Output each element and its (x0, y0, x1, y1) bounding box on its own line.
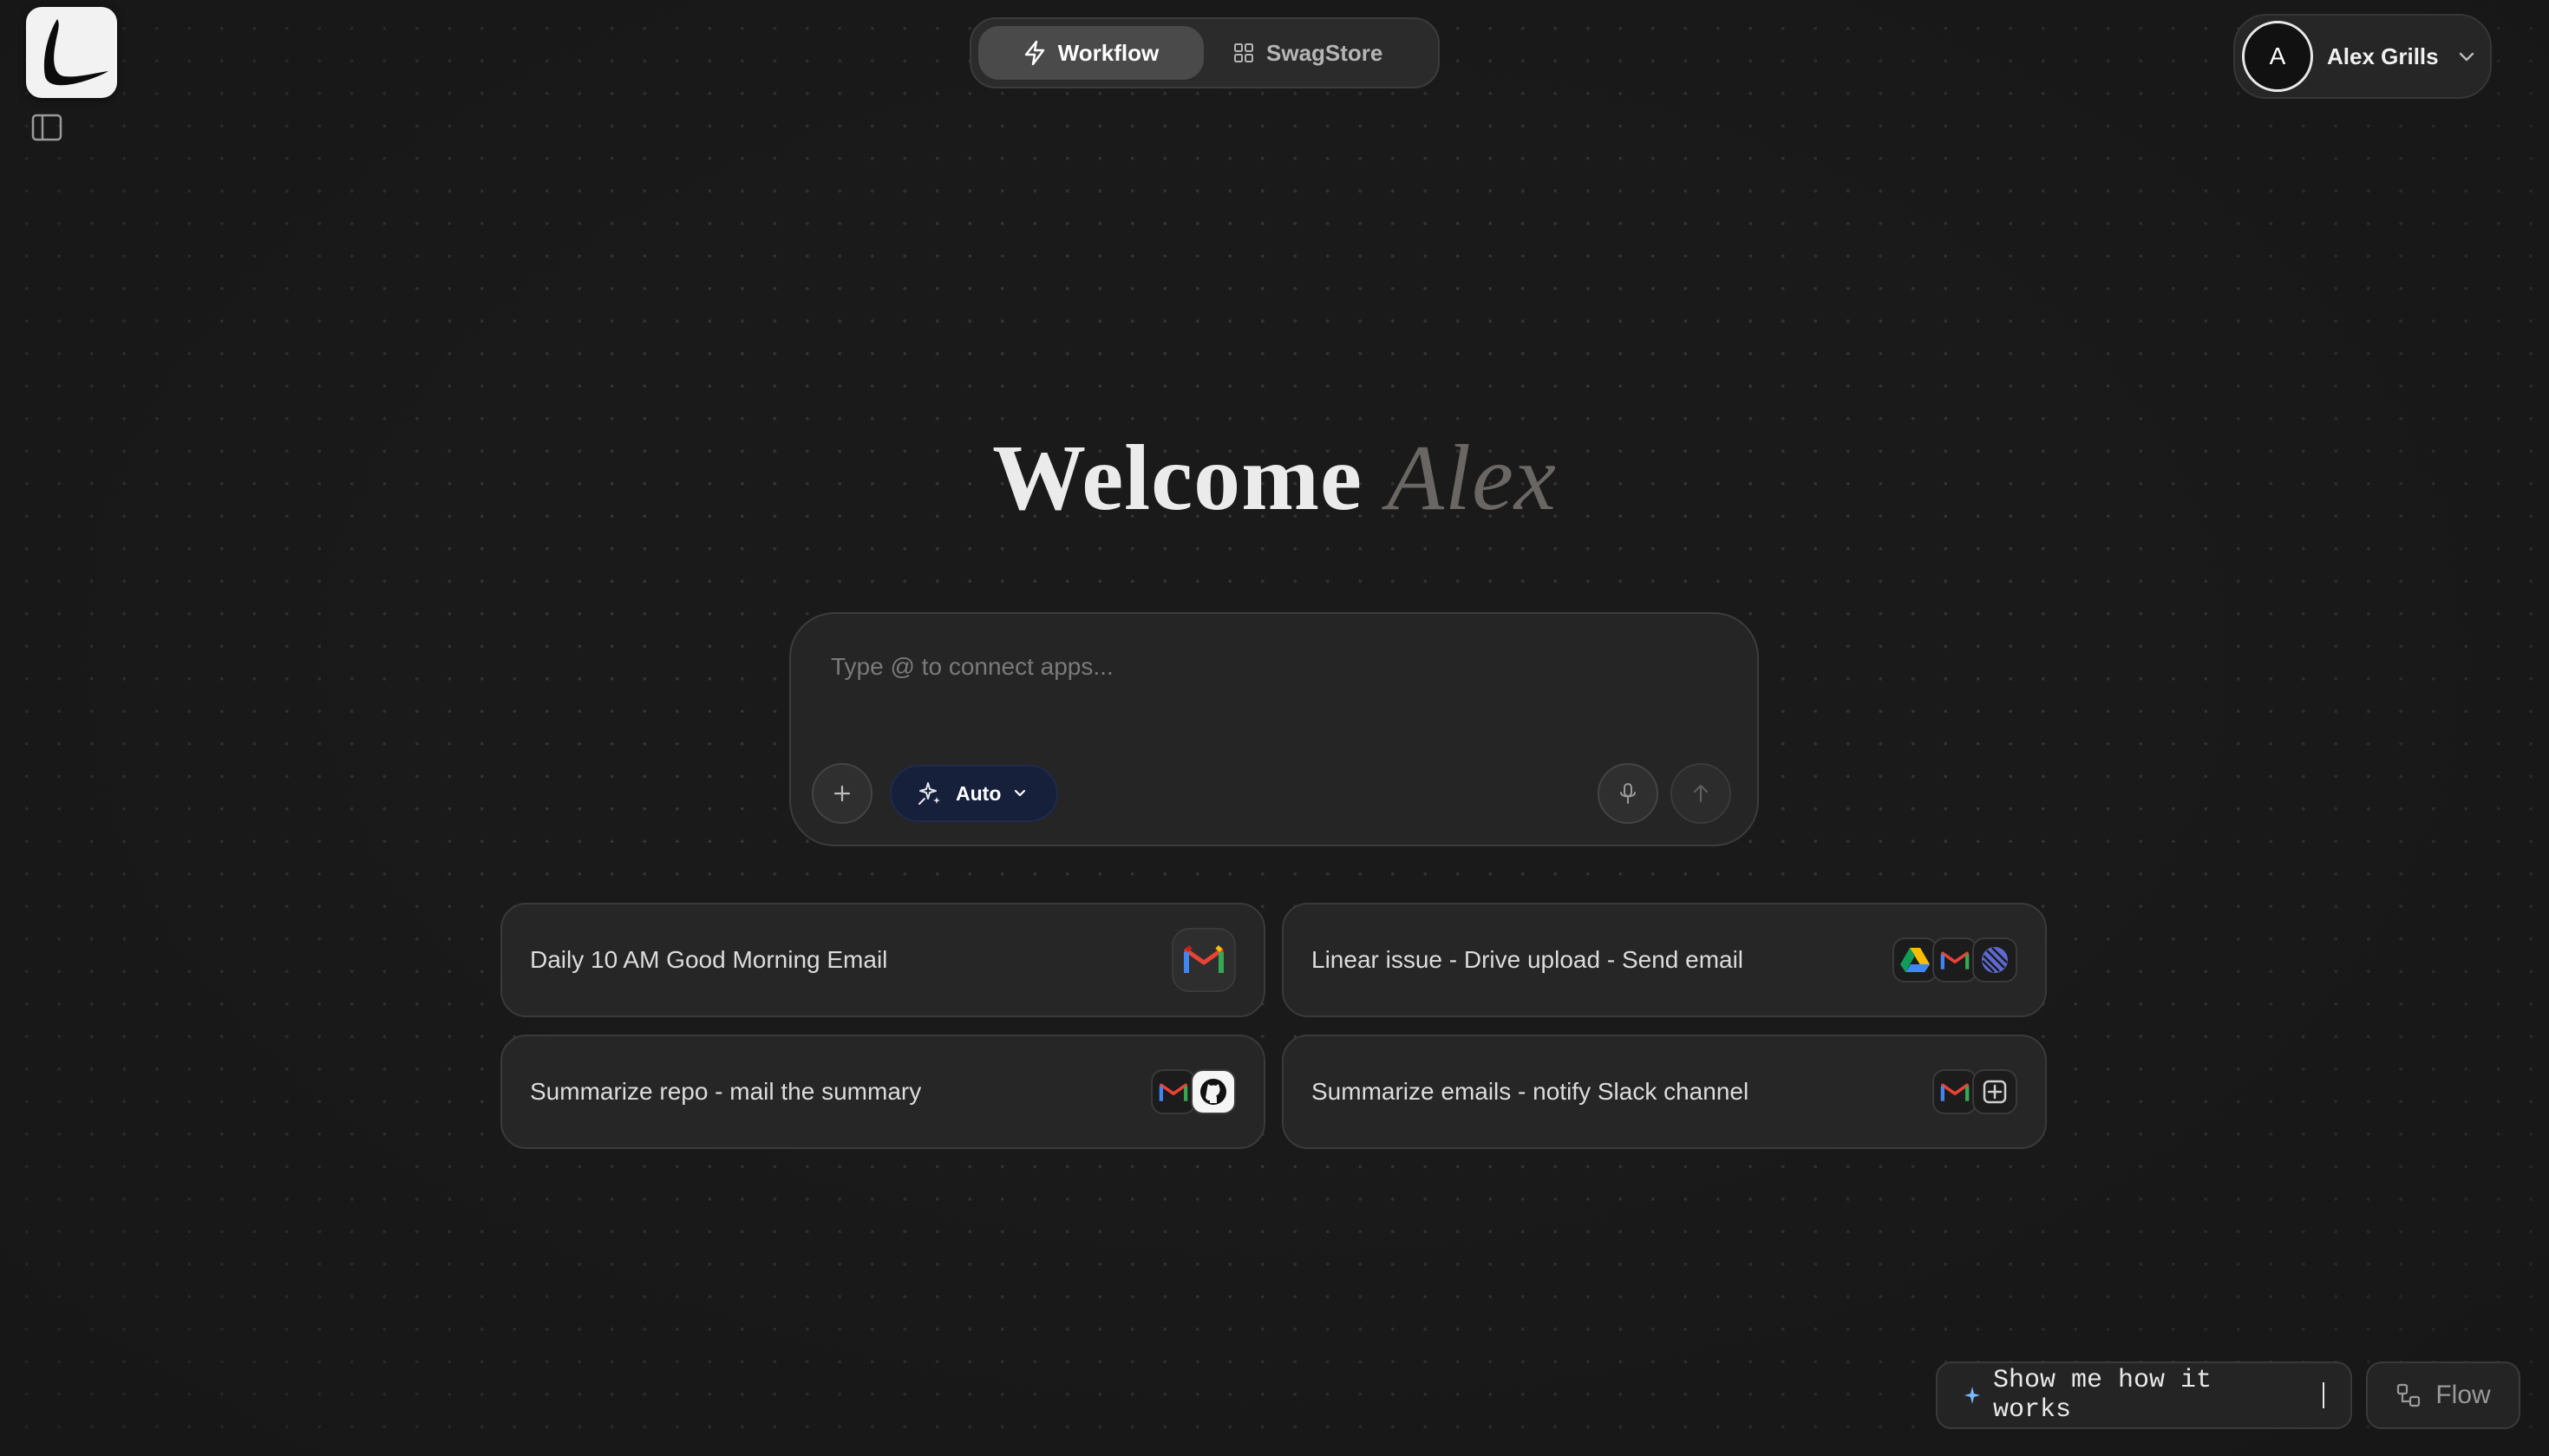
app-logo[interactable] (26, 7, 117, 98)
gmail-icon (1932, 1069, 1977, 1114)
text-cursor (2323, 1382, 2324, 1408)
grid-icon (1234, 43, 1253, 62)
tab-workflow[interactable]: Workflow (978, 26, 1204, 80)
page-title: Welcome Alex (0, 425, 2549, 532)
slack-icon (1972, 1069, 2017, 1114)
plus-icon (833, 785, 851, 802)
suggestion-label: Summarize repo - mail the summary (530, 1078, 922, 1105)
gmail-icon (1932, 937, 1977, 983)
welcome-greeting: Welcome (992, 427, 1363, 530)
sparkle-icon (1964, 1387, 1980, 1404)
flow-button[interactable]: Flow (2366, 1361, 2520, 1429)
flow-label: Flow (2435, 1381, 2491, 1409)
show-me-label: Show me how it works (1993, 1366, 2212, 1425)
suggestion-label: Linear issue - Drive upload - Send email (1311, 946, 1744, 973)
flow-nodes-icon (2397, 1383, 2421, 1407)
suggestion-card[interactable]: Summarize repo - mail the summary (500, 1035, 1265, 1149)
top-nav-tabs: Workflow SwagStore (970, 17, 1440, 88)
microphone-icon (1620, 783, 1636, 804)
suggestion-card[interactable]: Linear issue - Drive upload - Send email (1282, 903, 2047, 1017)
chevron-down-icon (1015, 789, 1026, 797)
show-me-how-button[interactable]: Show me how it works (1936, 1361, 2352, 1429)
suggestion-card[interactable]: Summarize emails - notify Slack channel (1282, 1035, 2047, 1149)
send-button[interactable] (1670, 763, 1731, 824)
user-name: Alex Grills (2327, 42, 2439, 69)
github-icon (1191, 1069, 1236, 1114)
avatar: A (2242, 21, 2313, 92)
logo-icon (43, 19, 109, 86)
lightning-icon (1024, 40, 1044, 66)
tab-swagstore[interactable]: SwagStore (1214, 26, 1402, 80)
user-menu-button[interactable]: A Alex Grills (2233, 14, 2492, 99)
linear-icon (1972, 937, 2017, 983)
tab-swagstore-label: SwagStore (1266, 39, 1383, 66)
prompt-input[interactable] (829, 640, 1700, 694)
welcome-user-name: Alex (1386, 427, 1557, 530)
gmail-icon (1172, 928, 1236, 992)
sidebar-panel-icon (31, 114, 62, 141)
prompt-composer: Auto (789, 612, 1759, 846)
add-attachment-button[interactable] (812, 763, 873, 824)
sidebar-toggle-button[interactable] (31, 114, 62, 141)
suggestion-label: Summarize emails - notify Slack channel (1311, 1078, 1749, 1105)
gmail-icon (1151, 1069, 1196, 1114)
google-drive-icon (1892, 937, 1938, 983)
tab-workflow-label: Workflow (1057, 39, 1160, 66)
mode-select-button[interactable]: Auto (890, 765, 1058, 822)
mode-label: Auto (956, 781, 1002, 805)
arrow-up-icon (1693, 784, 1709, 803)
voice-input-button[interactable] (1598, 763, 1658, 824)
sparkle-magic-icon (918, 782, 940, 805)
chevron-down-icon (2459, 52, 2474, 62)
suggestion-card[interactable]: Daily 10 AM Good Morning Email (500, 903, 1265, 1017)
suggestion-label: Daily 10 AM Good Morning Email (530, 946, 888, 973)
